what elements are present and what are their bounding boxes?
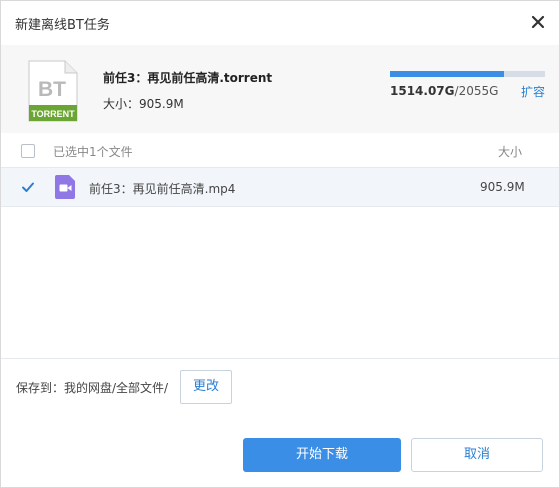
file-size: 905.9M <box>480 180 525 194</box>
cancel-button[interactable]: 取消 <box>411 438 543 472</box>
storage-used: 1514.07G <box>390 84 455 98</box>
storage-quota-text: 1514.07G/2055G <box>390 84 498 98</box>
file-checkbox[interactable] <box>21 180 35 194</box>
storage-quota-bar <box>390 71 545 77</box>
dialog-title: 新建离线BT任务 <box>15 18 110 33</box>
torrent-file-name: 前任3：再见前任高清.torrent <box>103 71 273 85</box>
storage-quota-fill <box>390 71 505 77</box>
expand-storage-link[interactable]: 扩容 <box>521 83 545 100</box>
save-path-label: 保存到：我的网盘/全部文件/ <box>16 381 169 395</box>
new-bt-task-dialog: 新建离线BT任务 BT TORRENT 前任3：再见前任高清.torrent 大… <box>0 0 560 488</box>
bt-torrent-file-icon: BT TORRENT <box>27 60 79 122</box>
file-list-header: 已选中1个文件 大小 <box>1 133 559 168</box>
file-list-empty-area <box>1 207 559 359</box>
file-row[interactable]: 前任3：再见前任高清.mp4 905.9M <box>1 168 559 207</box>
bt-icon-top-text: BT <box>38 78 66 101</box>
close-icon[interactable] <box>529 13 547 31</box>
file-name: 前任3：再见前任高清.mp4 <box>89 182 236 196</box>
storage-total: 2055G <box>458 84 499 98</box>
video-icon <box>54 175 76 199</box>
bt-icon-bottom-text: TORRENT <box>31 109 75 119</box>
start-download-button[interactable]: 开始下载 <box>243 438 401 472</box>
size-column-header: 大小 <box>498 145 523 159</box>
torrent-file-size: 大小：905.9M <box>103 97 184 111</box>
dialog-header: 新建离线BT任务 <box>1 1 559 45</box>
selected-count-label: 已选中1个文件 <box>53 145 133 159</box>
torrent-info-panel: BT TORRENT 前任3：再见前任高清.torrent 大小：905.9M … <box>1 45 559 133</box>
select-all-checkbox[interactable] <box>21 144 35 158</box>
change-path-button[interactable]: 更改 <box>180 370 232 404</box>
